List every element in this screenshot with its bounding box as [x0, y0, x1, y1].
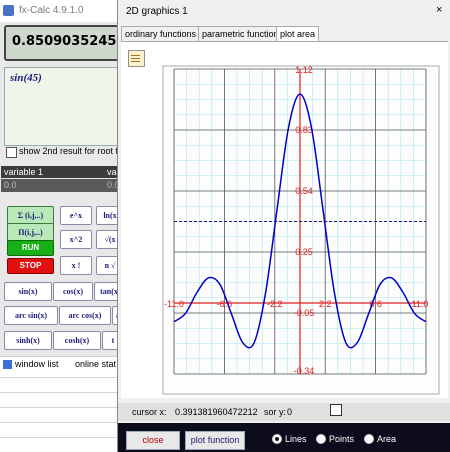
cursor-y-label: sor y:	[264, 407, 287, 417]
calculator-title: fx-Calc 4.9.1.0	[19, 5, 84, 16]
square-button[interactable]: x^2	[60, 230, 92, 249]
show-2nd-result-checkbox[interactable]	[6, 147, 17, 158]
arcsin-button[interactable]: arc sin(x)	[4, 306, 58, 325]
cos-button[interactable]: cos(x)	[53, 282, 93, 301]
area-radio[interactable]	[364, 434, 374, 444]
y-tick-label: -0.34	[294, 366, 315, 376]
expression-editor[interactable]: sin(45)	[4, 67, 123, 146]
calculator-status-bar: window list online stat	[0, 356, 123, 372]
plot-function-button[interactable]: plot function	[185, 431, 245, 450]
background-spreadsheet	[0, 372, 123, 452]
points-radio[interactable]	[316, 434, 326, 444]
dialog-title: 2D graphics 1	[126, 6, 188, 17]
tab-parametric-function[interactable]: parametric function	[198, 26, 283, 42]
cursor-status-bar: cursor x: 0.391381960472212 sor y: 0	[118, 403, 450, 421]
y-tick-label: 1.12	[295, 65, 313, 75]
arccos-button[interactable]: arc cos(x)	[59, 306, 111, 325]
lines-radio[interactable]	[272, 434, 282, 444]
exp-button[interactable]: e^x	[60, 206, 92, 225]
y-tick-label: -0.05	[294, 308, 315, 318]
online-status-label: online stat	[75, 359, 117, 369]
stop-button[interactable]: STOP	[7, 258, 54, 274]
cosh-button[interactable]: cosh(x)	[53, 331, 101, 350]
expression-text: sin(45)	[10, 72, 42, 84]
calculator-window: fx-Calc 4.9.1.0 0.85090352453 sin(45) sh…	[0, 0, 128, 452]
variable-1-value[interactable]: 0.0	[1, 179, 104, 192]
close-button[interactable]: close	[126, 431, 180, 450]
tab-bar: ordinary functions parametric function p…	[121, 26, 448, 42]
window-list-link[interactable]: window list	[15, 359, 59, 369]
sin-button[interactable]: sin(x)	[4, 282, 52, 301]
x-tick-label: -2.2	[267, 299, 283, 309]
cursor-checkbox[interactable]	[330, 404, 342, 416]
close-icon[interactable]: ×	[436, 4, 442, 16]
factorial-button[interactable]: x !	[60, 256, 92, 275]
calculator-titlebar[interactable]: fx-Calc 4.9.1.0	[0, 0, 123, 22]
result-value: 0.85090352453	[12, 34, 126, 49]
tab-ordinary-functions[interactable]: ordinary functions	[121, 26, 201, 42]
x-tick-label: -11.0	[164, 299, 184, 309]
dialog-button-bar: close plot function Lines Points Area	[118, 423, 450, 452]
cursor-x-value: 0.391381960472212	[175, 407, 258, 417]
notepad-lines	[131, 55, 140, 56]
cursor-y-value: 0	[287, 407, 293, 417]
app-icon	[3, 5, 14, 16]
x-tick-label: 11.0	[412, 299, 429, 309]
y-tick-label: 0.83	[295, 125, 313, 135]
variable-1-header: variable 1	[1, 166, 104, 178]
notepad-icon[interactable]	[128, 50, 145, 67]
sinh-button[interactable]: sinh(x)	[4, 331, 52, 350]
area-label: Area	[377, 434, 397, 444]
points-label: Points	[329, 434, 355, 444]
x-tick-label: 2.2	[319, 299, 332, 309]
result-display: 0.85090352453	[4, 25, 126, 61]
lines-label: Lines	[285, 434, 307, 444]
y-tick-label: 0.25	[295, 247, 313, 257]
run-button[interactable]: RUN	[7, 240, 54, 256]
y-tick-label: 0.54	[295, 186, 313, 196]
cursor-x-label: cursor x:	[132, 407, 167, 417]
show-2nd-result-label: show 2nd result for root fun	[19, 146, 129, 156]
plot-frame	[162, 65, 440, 395]
window-list-icon	[3, 360, 12, 369]
tab-plot-area[interactable]: plot area	[276, 26, 320, 42]
function-plot[interactable]: -11.0 -6.6 -2.2 2.2 6.6 11.01.120.830.540.25-…	[160, 64, 442, 397]
